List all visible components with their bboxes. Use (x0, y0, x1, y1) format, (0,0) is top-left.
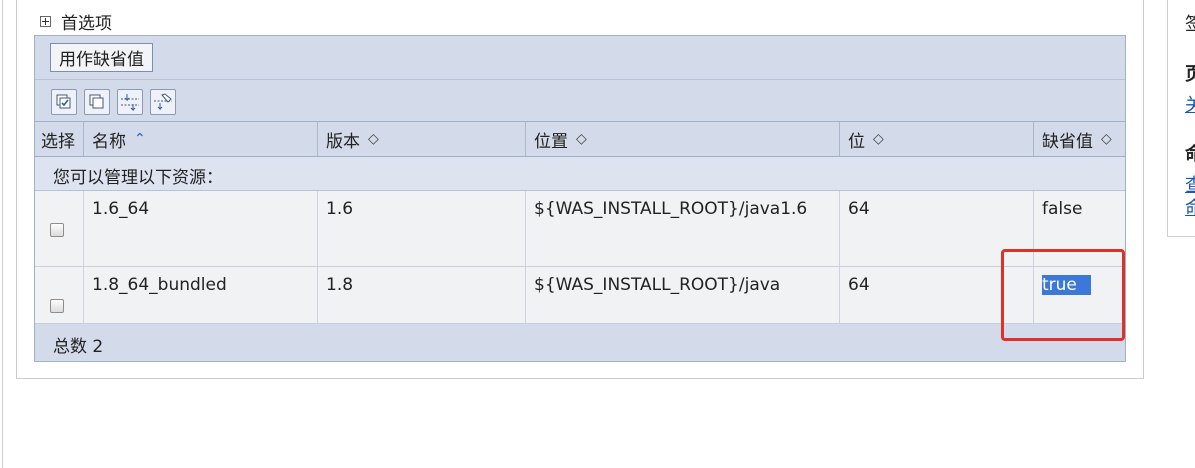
version-cell: 1.8 (318, 267, 526, 323)
table-header: 选择 名称 ⌃ 版本 ◇ 位置 ◇ 位 ◇ 缺省值 ◇ (35, 122, 1125, 157)
location-cell: ${WAS_INSTALL_ROOT}/java1.6 (526, 191, 840, 266)
icon-toolbar (35, 80, 1125, 122)
header-version[interactable]: 版本 ◇ (318, 122, 526, 156)
resource-table: 用作缺省值 选择 名称 ⌃ 版本 ◇ 位置 ◇ 位 ◇ 缺省值 ◇ 您可以管理以… (34, 35, 1126, 362)
name-cell[interactable]: 1.6_64 (84, 191, 318, 266)
header-location[interactable]: 位置 ◇ (526, 122, 840, 156)
expand-plus-icon[interactable] (40, 15, 51, 27)
sort-ascending-icon[interactable]: ⌃ (134, 131, 146, 147)
table-footer: 总数 2 (35, 324, 1125, 361)
show-filter-icon[interactable] (117, 89, 143, 115)
action-bar: 用作缺省值 (35, 36, 1125, 80)
table-row: 1.8_64_bundled 1.8 ${WAS_INSTALL_ROOT}/j… (35, 267, 1125, 324)
window-edge (2, 0, 3, 468)
row-checkbox[interactable] (50, 223, 64, 237)
sort-icon[interactable]: ◇ (368, 131, 379, 147)
deselect-all-icon[interactable] (84, 89, 110, 115)
sort-icon[interactable]: ◇ (873, 131, 884, 147)
table-row: 1.6_64 1.6 ${WAS_INSTALL_ROOT}/java1.6 6… (35, 191, 1125, 267)
version-cell: 1.6 (318, 191, 526, 266)
header-bits[interactable]: 位 ◇ (840, 122, 1034, 156)
help-heading: 命 (1185, 140, 1195, 166)
sort-icon[interactable]: ◇ (576, 131, 587, 147)
header-default[interactable]: 缺省值 ◇ (1034, 122, 1125, 156)
manage-text: 您可以管理以下资源： (53, 168, 223, 188)
select-cell (35, 191, 84, 266)
help-heading: 页 (1185, 60, 1195, 86)
help-link[interactable]: 关 (1185, 91, 1195, 117)
header-name[interactable]: 名称 ⌃ (84, 122, 318, 156)
preferences-label[interactable]: 首选项 (61, 9, 112, 34)
preferences-toggle[interactable]: 首选项 (40, 9, 112, 34)
location-cell: ${WAS_INSTALL_ROOT}/java (526, 267, 840, 323)
select-all-icon[interactable] (51, 89, 77, 115)
help-side-panel: 签 页 关 命 查 命 (1167, 0, 1195, 237)
header-select: 选择 (35, 122, 84, 156)
help-text: 签 (1185, 10, 1195, 36)
row-checkbox[interactable] (50, 299, 64, 313)
total-count: 总数 2 (53, 337, 104, 357)
clear-filter-icon[interactable] (150, 89, 176, 115)
help-link[interactable]: 命 (1185, 194, 1195, 220)
set-default-button[interactable]: 用作缺省值 (50, 43, 153, 72)
sort-icon[interactable]: ◇ (1101, 131, 1112, 147)
highlight-annotation-box (1001, 249, 1125, 341)
select-cell (35, 267, 84, 323)
manage-resources-row: 您可以管理以下资源： (35, 157, 1125, 191)
name-cell[interactable]: 1.8_64_bundled (84, 267, 318, 323)
